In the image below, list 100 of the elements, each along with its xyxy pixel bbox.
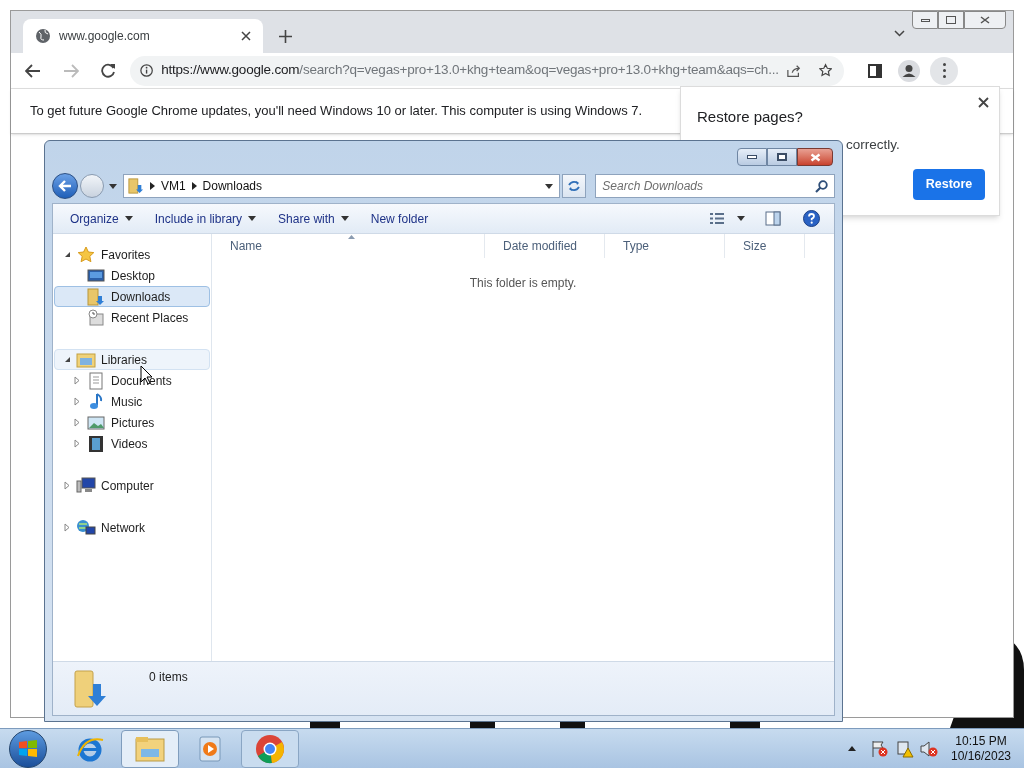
library-icon: [76, 350, 96, 369]
address-bar[interactable]: https://www.google.com/search?q=vegas+pro+13.0+khg+team&oq=vegas+pro+13.0+khg+team&aqs=ch...: [130, 55, 844, 86]
nav-item[interactable]: Pictures: [54, 412, 210, 433]
caret-icon: [108, 183, 117, 189]
star-icon: [77, 245, 95, 264]
item-count: 0 items: [149, 669, 188, 686]
taskbar-button[interactable]: [241, 729, 299, 768]
minimize-button[interactable]: [737, 148, 767, 166]
film-icon: [88, 434, 104, 453]
share-icon[interactable]: [786, 63, 801, 78]
close-button[interactable]: [964, 11, 1006, 29]
back-button[interactable]: [52, 173, 78, 199]
folder-download-icon: [73, 668, 109, 710]
plus-icon[interactable]: [279, 30, 292, 43]
breadcrumb-item[interactable]: Downloads: [202, 177, 262, 195]
browser-tab[interactable]: www.google.com: [23, 19, 263, 53]
column-header[interactable]: Date modified: [485, 234, 605, 258]
toolbar-button[interactable]: Organize: [61, 206, 142, 231]
nav-item[interactable]: Music: [54, 391, 210, 412]
popup-title: Restore pages?: [697, 107, 803, 127]
nav-item[interactable]: Network: [54, 517, 210, 538]
close-icon: [980, 16, 990, 24]
star-outline-icon[interactable]: [818, 63, 832, 78]
folder-download-icon: [127, 178, 144, 194]
nav-item[interactable]: Libraries: [54, 349, 210, 370]
maximize-button[interactable]: [938, 11, 964, 29]
info-icon[interactable]: [140, 63, 154, 78]
nav-item[interactable]: Videos: [54, 433, 210, 454]
clock-date[interactable]: 10/16/2023: [950, 748, 1012, 764]
list-view-icon: [709, 212, 725, 225]
close-icon[interactable]: [978, 97, 989, 108]
column-header[interactable]: Name: [212, 234, 485, 258]
collapsed-arrow-icon[interactable]: [64, 523, 70, 532]
column-header[interactable]: Size: [725, 234, 805, 258]
computer-icon: [76, 476, 96, 495]
chevron-right-icon[interactable]: [149, 182, 155, 190]
close-icon: [809, 152, 821, 162]
monitor-icon: [87, 267, 105, 284]
music-note-icon: [88, 392, 104, 411]
speaker-muted-icon[interactable]: [920, 739, 938, 758]
clock-folder-icon: [87, 308, 105, 327]
nav-item[interactable]: Computer: [54, 475, 210, 496]
network-warning-icon[interactable]: [896, 739, 914, 758]
caret-icon: [340, 216, 349, 221]
back-arrow-icon[interactable]: [25, 63, 41, 78]
search-icon[interactable]: [815, 179, 828, 193]
infobar-message: To get future Google Chrome updates, you'll need Windows 10 or later. This computer is using Windows 7.: [30, 102, 643, 121]
preview-pane-icon[interactable]: [765, 211, 781, 226]
profile-icon[interactable]: [898, 59, 920, 82]
caret-up-icon[interactable]: [848, 746, 856, 751]
popup-message: correctly.: [846, 136, 900, 154]
toolbar-button[interactable]: Include in library: [145, 206, 266, 231]
document-icon: [88, 371, 104, 390]
caret-icon: [124, 216, 133, 221]
restore-button[interactable]: Restore: [913, 169, 985, 200]
maximize-button[interactable]: [767, 148, 797, 166]
collapsed-arrow-icon[interactable]: [74, 397, 80, 406]
nav-item[interactable]: Desktop: [54, 265, 210, 286]
empty-folder-message: This folder is empty.: [469, 275, 577, 292]
url-text: https://www.google.com/search?q=vegas+pro+13.0+khg+team&oq=vegas+pro+13.0+khg+team&aqs=ch...: [161, 61, 779, 80]
breadcrumb-item[interactable]: VM1: [160, 177, 186, 195]
minimize-button[interactable]: [912, 11, 938, 29]
caret-icon: [545, 183, 554, 189]
start-button[interactable]: [9, 729, 47, 768]
folder-icon: [134, 734, 166, 763]
menu-button[interactable]: [930, 56, 958, 85]
close-icon[interactable]: [241, 31, 251, 41]
address-bar[interactable]: VM1 Downloads: [122, 174, 561, 198]
collapsed-arrow-icon[interactable]: [74, 418, 80, 427]
globe-icon: [35, 28, 51, 44]
nav-item[interactable]: Favorites: [54, 244, 210, 265]
back-arrow-icon: [58, 180, 72, 192]
folder-download-icon: [87, 287, 105, 306]
side-panel-icon[interactable]: [868, 63, 882, 78]
image-icon: [87, 414, 105, 431]
chevron-right-icon[interactable]: [191, 182, 197, 190]
refresh-button[interactable]: [562, 174, 587, 198]
refresh-icon: [567, 180, 582, 192]
nav-item[interactable]: Downloads: [54, 286, 210, 307]
search-field[interactable]: Search Downloads: [595, 174, 835, 198]
collapsed-arrow-icon[interactable]: [74, 439, 80, 448]
expanded-arrow-icon[interactable]: [63, 251, 71, 258]
clock-time[interactable]: 10:15 PM: [955, 733, 1007, 749]
collapsed-arrow-icon[interactable]: [64, 481, 70, 490]
close-button[interactable]: [797, 148, 833, 166]
media-player-icon: [197, 734, 223, 763]
expanded-arrow-icon[interactable]: [63, 356, 71, 363]
nav-item[interactable]: Recent Places: [54, 307, 210, 328]
chevron-down-icon[interactable]: [894, 30, 905, 37]
help-icon[interactable]: [803, 210, 820, 227]
caret-icon: [248, 216, 257, 221]
toolbar-button[interactable]: Share with: [269, 206, 358, 231]
tab-title: www.google.com: [59, 28, 151, 45]
column-header[interactable]: Type: [605, 234, 725, 258]
toolbar-button[interactable]: New folder: [361, 206, 438, 231]
collapsed-arrow-icon[interactable]: [74, 376, 80, 385]
chrome-logo-icon: [255, 733, 285, 764]
network-icon: [76, 518, 96, 537]
reload-icon[interactable]: [101, 63, 116, 78]
flag-error-icon[interactable]: [871, 739, 889, 758]
